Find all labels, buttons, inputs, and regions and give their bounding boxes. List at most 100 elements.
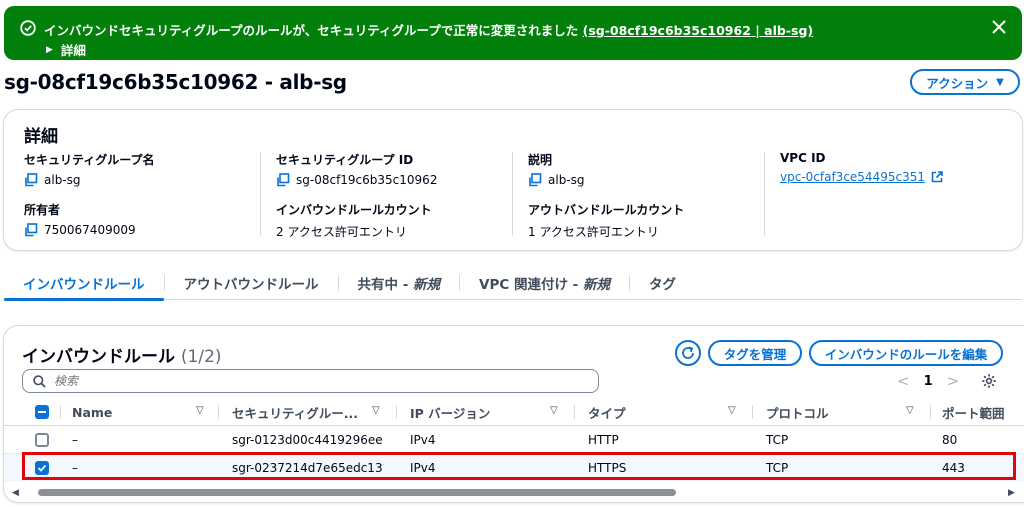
pagination: < 1 > xyxy=(897,372,997,390)
column-header-ip-version[interactable]: IP バージョン xyxy=(410,398,490,426)
field-sg-name: セキュリティグループ名 alb-sg xyxy=(24,151,264,187)
tab-vpc-associations[interactable]: VPC 関連付け - 新規 xyxy=(460,266,629,300)
flash-message-text: インバウンドセキュリティグループのルールが、セキュリティグループで正常に変更され… xyxy=(44,23,579,38)
search-icon xyxy=(33,374,46,388)
tab-label: 共有中 - xyxy=(357,277,409,293)
row-checkbox[interactable] xyxy=(35,433,49,447)
field-value: alb-sg xyxy=(548,173,585,187)
current-page[interactable]: 1 xyxy=(924,374,933,389)
column-header-port-range[interactable]: ポート範囲 xyxy=(942,398,1005,426)
field-label: インバウンドルールカウント xyxy=(276,203,432,217)
scroll-right-icon[interactable]: ▶ xyxy=(1008,488,1015,498)
success-check-icon xyxy=(20,20,36,36)
copy-icon[interactable] xyxy=(24,223,38,237)
cell-type: HTTP xyxy=(588,433,619,447)
field-value: 1 アクセス許可エントリ xyxy=(528,225,659,239)
flash-sg-link[interactable]: (sg-08cf19c6b35c10962 | alb-sg) xyxy=(583,23,814,38)
field-inbound-count: インバウンドルールカウント 2 アクセス許可エントリ xyxy=(276,201,516,240)
column-divider xyxy=(218,405,219,419)
column-header-rule-id[interactable]: セキュリティグルー... xyxy=(232,398,358,426)
rules-heading: インバウンドルール (1/2) xyxy=(22,342,222,367)
search-field[interactable] xyxy=(22,369,599,393)
indeterminate-icon xyxy=(38,411,46,413)
table-row[interactable]: – sgr-0123d00c4419296ee IPv4 HTTP TCP 80 xyxy=(4,426,1024,454)
copy-icon[interactable] xyxy=(276,173,290,187)
tab-tags[interactable]: タグ xyxy=(630,266,695,300)
tab-new-badge: 新規 xyxy=(413,277,441,293)
field-sg-id: セキュリティグループ ID sg-08cf19c6b35c10962 xyxy=(276,151,516,187)
field-description: 説明 alb-sg xyxy=(528,151,768,187)
details-heading: 詳細 xyxy=(24,127,58,147)
select-all-checkbox[interactable] xyxy=(35,398,49,426)
field-label: セキュリティグループ名 xyxy=(24,153,155,167)
field-label: 所有者 xyxy=(24,203,61,217)
tab-sharing[interactable]: 共有中 - 新規 xyxy=(339,266,460,300)
column-header-type[interactable]: タイプ xyxy=(588,398,626,426)
inbound-rules-panel: インバウンドルール (1/2) タグを管理 インバウンドのルールを編集 < 1 … xyxy=(4,326,1024,502)
cell-rule-id: sgr-0123d00c4419296ee xyxy=(232,433,383,447)
cell-ip-version: IPv4 xyxy=(410,433,436,447)
manage-tags-button[interactable]: タグを管理 xyxy=(708,340,802,366)
flash-details-label: 詳細 xyxy=(60,43,86,58)
flash-message: インバウンドセキュリティグループのルールが、セキュリティグループで正常に変更され… xyxy=(44,20,813,39)
cell-name: – xyxy=(72,433,78,447)
field-value: 2 アクセス許可エントリ xyxy=(276,225,407,239)
search-input[interactable] xyxy=(54,374,574,388)
column-header-protocol[interactable]: プロトコル xyxy=(766,398,829,426)
tab-outbound-rules[interactable]: アウトバウンドルール xyxy=(165,266,338,300)
sort-icon[interactable]: ▽ xyxy=(728,405,736,416)
scrollbar-thumb[interactable] xyxy=(38,489,676,496)
field-owner: 所有者 750067409009 xyxy=(24,201,264,237)
details-panel: 詳細 セキュリティグループ名 alb-sg セキュリティグループ ID sg-0… xyxy=(4,110,1022,250)
sort-icon[interactable]: ▽ xyxy=(196,405,204,416)
actions-label: アクション xyxy=(926,75,989,91)
field-outbound-count: アウトバンドルールカウント 1 アクセス許可エントリ xyxy=(528,201,768,240)
copy-icon[interactable] xyxy=(24,173,38,187)
column-divider xyxy=(930,405,931,419)
field-label: アウトバンドルールカウント xyxy=(528,203,685,217)
vpc-id-link[interactable]: vpc-0cfaf3ce54495c351 xyxy=(780,170,925,184)
external-link-icon[interactable] xyxy=(931,171,943,183)
rules-heading-text: インバウンドルール xyxy=(22,347,175,367)
refresh-icon xyxy=(682,346,694,359)
rules-selected-count: (1/2) xyxy=(180,347,222,367)
field-value: sg-08cf19c6b35c10962 xyxy=(296,173,438,187)
column-divider xyxy=(60,405,61,419)
edit-inbound-rules-button[interactable]: インバウンドのルールを編集 xyxy=(809,340,1003,366)
tab-label: VPC 関連付け - xyxy=(479,277,579,293)
selection-highlight-box xyxy=(22,452,1016,480)
tab-bar: インバウンドルール アウトバウンドルール 共有中 - 新規 VPC 関連付け -… xyxy=(4,266,1022,301)
tab-label: インバウンドルール xyxy=(23,277,145,293)
sort-icon[interactable]: ▽ xyxy=(550,405,558,416)
next-page-icon[interactable]: > xyxy=(947,372,960,390)
field-label: 説明 xyxy=(528,153,553,167)
close-icon[interactable] xyxy=(990,18,1008,36)
field-vpc-id: VPC ID vpc-0cfaf3ce54495c351 xyxy=(780,151,1020,184)
column-divider xyxy=(752,405,753,419)
sort-icon[interactable]: ▽ xyxy=(372,405,380,416)
tab-label: タグ xyxy=(648,277,676,293)
page-title: sg-08cf19c6b35c10962 - alb-sg xyxy=(4,70,347,94)
scroll-left-icon[interactable]: ◀ xyxy=(12,488,19,498)
actions-button[interactable]: アクション ▼ xyxy=(910,69,1020,95)
column-header-name[interactable]: Name xyxy=(72,398,112,426)
cell-port-range: 80 xyxy=(942,433,958,447)
manage-tags-label: タグを管理 xyxy=(723,346,787,362)
tab-label: アウトバウンドルール xyxy=(183,277,319,293)
flash-details-toggle[interactable]: ▶ 詳細 xyxy=(46,40,86,59)
cell-protocol: TCP xyxy=(766,433,789,447)
edit-inbound-rules-label: インバウンドのルールを編集 xyxy=(824,346,988,362)
copy-icon[interactable] xyxy=(528,173,542,187)
tab-inbound-rules[interactable]: インバウンドルール xyxy=(4,266,164,301)
previous-page-icon[interactable]: < xyxy=(897,372,910,390)
gear-icon[interactable] xyxy=(981,373,997,389)
field-label: セキュリティグループ ID xyxy=(276,153,414,167)
table-header: Name ▽ セキュリティグルー... ▽ IP バージョン ▽ タイプ ▽ プ… xyxy=(4,398,1024,426)
sort-icon[interactable]: ▽ xyxy=(906,405,914,416)
caret-right-icon: ▶ xyxy=(46,44,53,55)
refresh-button[interactable] xyxy=(675,340,701,366)
horizontal-scrollbar[interactable]: ◀ ▶ xyxy=(12,486,1015,498)
field-value: 750067409009 xyxy=(44,223,136,237)
field-label: VPC ID xyxy=(780,151,826,165)
column-divider xyxy=(396,405,397,419)
